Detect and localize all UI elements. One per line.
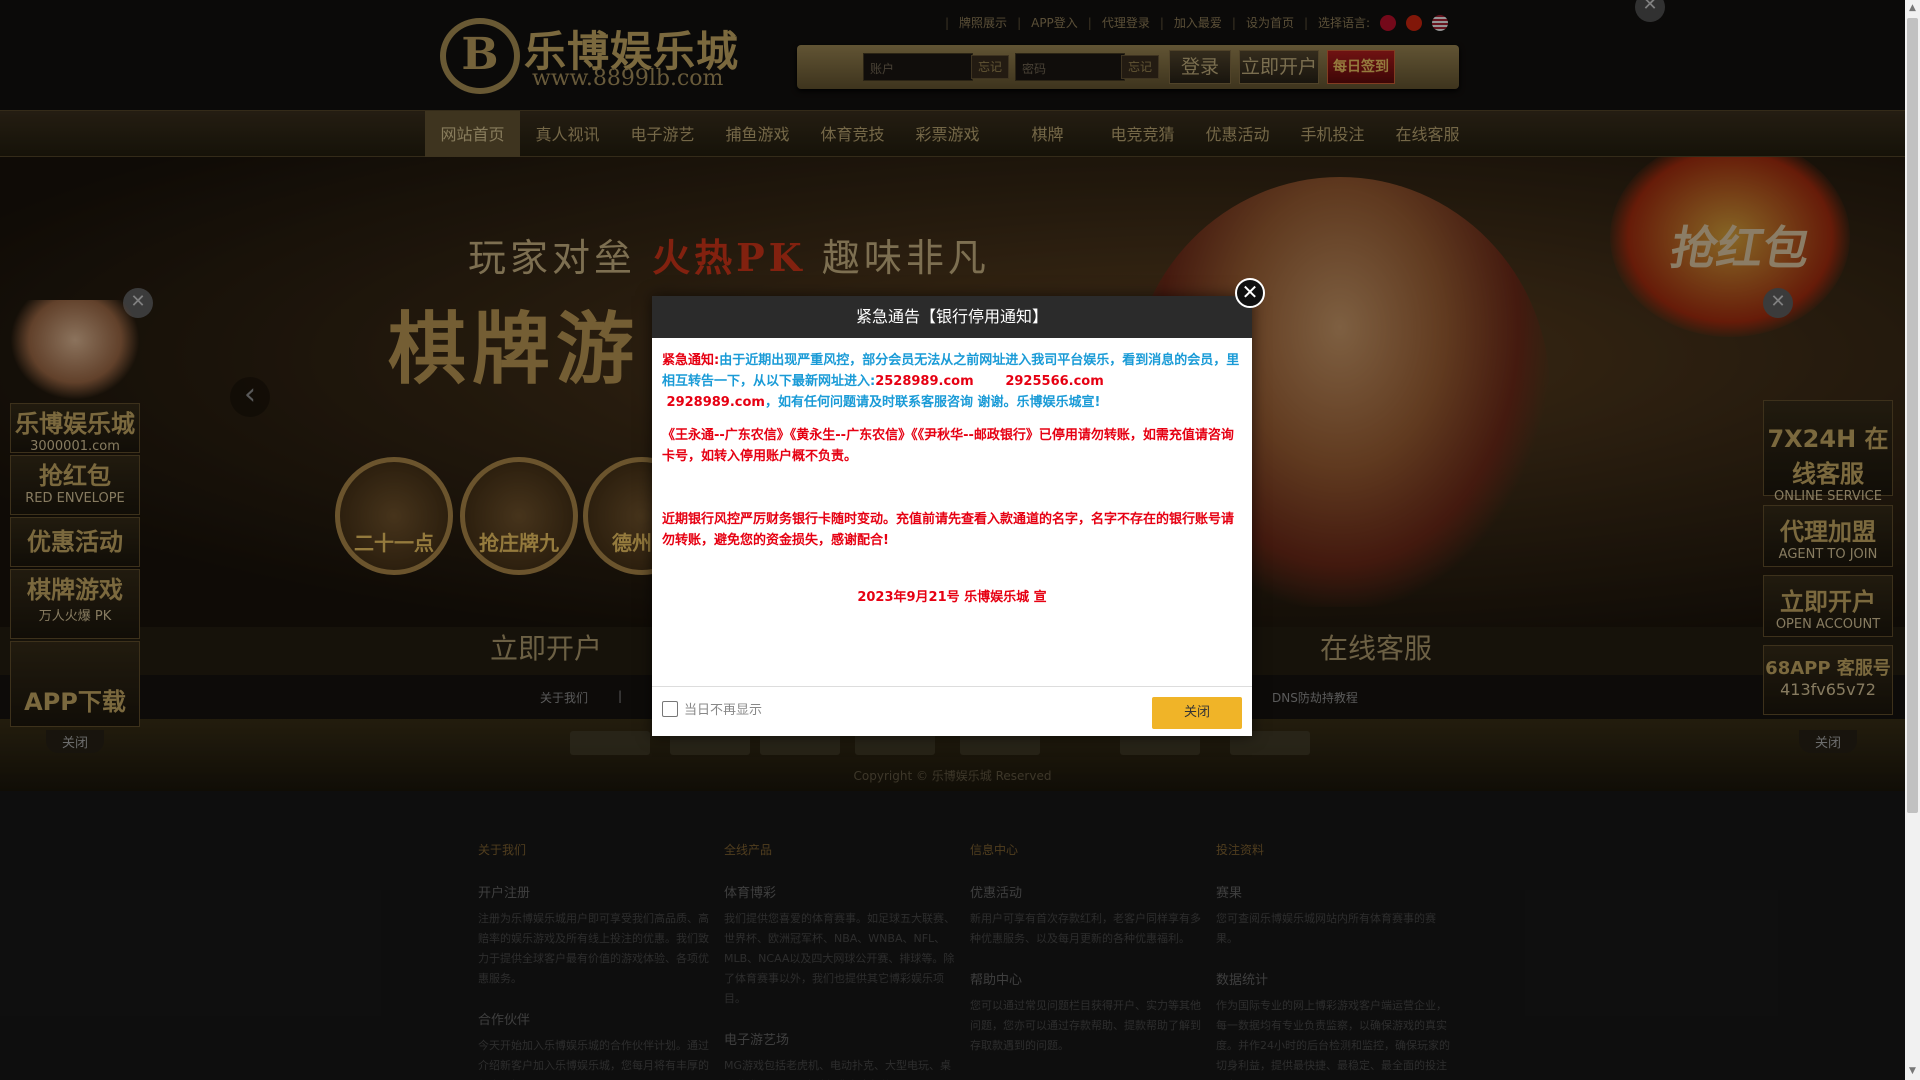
notice-modal: 紧急通告【银行停用通知】 ✕ 紧急通知:由于近期出现严重风控，部分会员无法从之前…: [652, 278, 1265, 736]
scroll-down-icon[interactable]: ▼: [1905, 1063, 1920, 1080]
modal-footer: 当日不再显示 关闭: [652, 686, 1252, 736]
modal-body: 紧急通知:由于近期出现严重风控，部分会员无法从之前网址进入我司平台娱乐，看到消息…: [652, 338, 1252, 686]
checkbox-icon[interactable]: [662, 700, 678, 717]
modal-risk-notice: 近期银行风控严厉财务银行卡随时变动。充值前请先查看入款通道的名字，名字不存在的银…: [662, 512, 1235, 548]
scroll-up-icon[interactable]: ▲: [1905, 0, 1920, 17]
modal-title: 紧急通告【银行停用通知】: [652, 296, 1252, 338]
modal-bank-notice: 《王永通--广东农信》《黄永生--广东农信》《《尹秋华--邮政银行》已停用请勿转…: [662, 428, 1234, 464]
dont-show-today-label: 当日不再显示: [684, 703, 763, 718]
modal-close-icon[interactable]: ✕: [1235, 278, 1265, 308]
modal-close-button[interactable]: 关闭: [1152, 697, 1242, 729]
modal-date-line: 2023年9月21号 乐博娱乐城 宣: [857, 590, 1047, 605]
modal-notice-paragraph: 紧急通知:由于近期出现严重风控，部分会员无法从之前网址进入我司平台娱乐，看到消息…: [662, 353, 1240, 410]
dont-show-today-checkbox[interactable]: 当日不再显示: [662, 699, 762, 718]
scroll-thumb[interactable]: [1907, 18, 1918, 813]
page-scrollbar[interactable]: ▲ ▼: [1905, 0, 1920, 1080]
